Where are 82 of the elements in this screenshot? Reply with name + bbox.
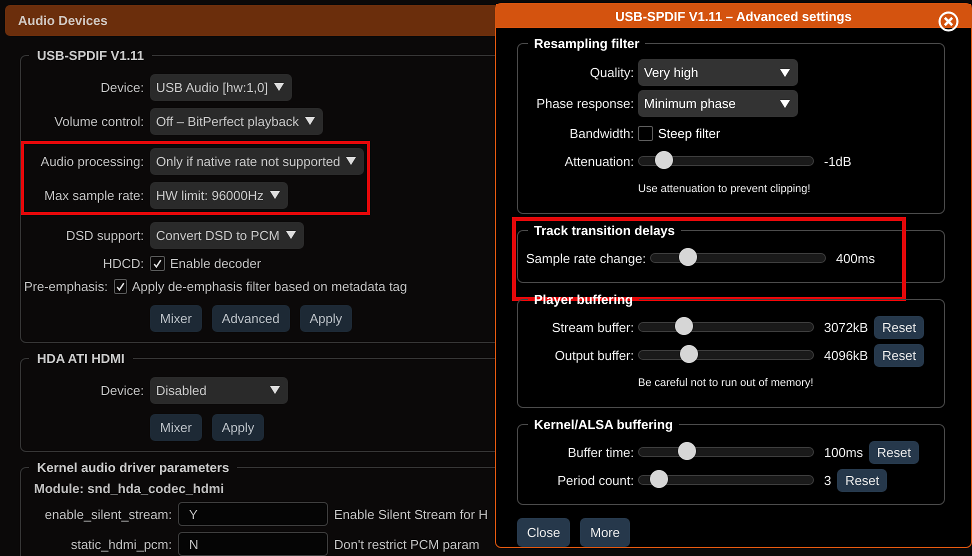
slider-thumb[interactable] xyxy=(674,317,693,335)
field-label: Quality: xyxy=(588,65,635,80)
field-label: Volume control: xyxy=(53,114,145,128)
slider-value: 400ms xyxy=(836,250,875,266)
field-label: Max sample rate: xyxy=(43,188,145,202)
caret-icon xyxy=(270,191,280,199)
field-label: Attenuation: xyxy=(564,154,635,168)
param-name: enable_silent_stream: xyxy=(44,506,172,522)
slider-value: 4096kB xyxy=(824,348,868,362)
field-label: Sample rate change: xyxy=(526,250,647,266)
field-label: Output buffer: xyxy=(554,348,635,362)
caret-icon xyxy=(274,83,284,91)
check-icon xyxy=(114,281,126,292)
slider-value: 3072kB xyxy=(824,320,868,334)
dropdown[interactable]: Convert DSD to PCM xyxy=(150,222,304,248)
field-label: Device: xyxy=(100,382,145,398)
checkbox[interactable] xyxy=(150,256,165,271)
field-label: Stream buffer: xyxy=(550,320,635,334)
section-title: Kernel/ALSA buffering xyxy=(533,417,674,432)
dialog-button[interactable]: More xyxy=(580,518,630,547)
section-title: HDA ATI HDMI xyxy=(36,351,126,366)
slider-value: -1dB xyxy=(824,154,852,168)
caret-icon xyxy=(780,100,790,108)
check-icon xyxy=(152,258,163,269)
field-label: HDCD: xyxy=(102,256,145,271)
field-label: Bandwidth: xyxy=(568,126,635,140)
slider-value: 3 xyxy=(824,472,832,488)
field-label: DSD support: xyxy=(64,228,145,242)
input-field[interactable]: N xyxy=(178,532,328,556)
caret-icon xyxy=(780,68,790,76)
slider-value: 100ms xyxy=(824,444,864,460)
hint-text: Use attenuation to prevent clipping! xyxy=(638,183,810,195)
slider-thumb[interactable] xyxy=(680,345,698,363)
caret-icon xyxy=(286,231,296,239)
dialog-title: USB-SPDIF V1.11 – Advanced settings xyxy=(615,8,852,24)
checkbox-label: Steep filter xyxy=(658,126,720,140)
param-description: Enable Silent Stream for H xyxy=(334,506,488,522)
dropdown[interactable]: Minimum phase xyxy=(638,90,798,117)
dropdown[interactable]: Only if native rate not supported xyxy=(150,148,364,174)
field-label: Pre-emphasis: xyxy=(24,279,109,294)
slider-thumb[interactable] xyxy=(678,442,696,460)
section-title: Resampling filter xyxy=(533,36,640,51)
slider-thumb[interactable] xyxy=(650,470,668,488)
field-label: Buffer time: xyxy=(566,444,635,460)
caret-icon xyxy=(346,157,356,165)
param-description: Don't restrict PCM param xyxy=(334,536,480,552)
action-button[interactable]: Mixer xyxy=(150,305,202,332)
reset-button[interactable]: Reset xyxy=(869,440,919,464)
action-button[interactable]: Mixer xyxy=(150,414,202,441)
field-label: Phase response: xyxy=(535,96,635,111)
reset-button[interactable]: Reset xyxy=(874,316,924,338)
dropdown[interactable]: USB Audio [hw:1,0] xyxy=(150,74,292,100)
field-label: Period count: xyxy=(556,472,635,488)
field-label: Audio processing: xyxy=(40,154,145,168)
checkbox-label: Apply de-emphasis filter based on metadata tag xyxy=(132,279,408,294)
field-label: Device: xyxy=(100,80,145,94)
dropdown[interactable]: Off – BitPerfect playback xyxy=(150,108,323,134)
reset-button[interactable]: Reset xyxy=(874,344,924,366)
param-name: static_hdmi_pcm: xyxy=(70,536,172,552)
dropdown[interactable]: HW limit: 96000Hz xyxy=(150,182,288,208)
reset-button[interactable]: Reset xyxy=(837,468,888,492)
dropdown[interactable]: Very high xyxy=(638,59,798,86)
section-title: Track transition delays xyxy=(533,223,676,238)
section-title: USB-SPDIF V1.11 xyxy=(36,48,145,63)
section-title: Kernel audio driver parameters xyxy=(36,460,230,475)
caret-icon xyxy=(270,386,280,394)
module-name: Module: snd_hda_codec_hdmi xyxy=(34,481,224,496)
dialog-button[interactable]: Close xyxy=(517,518,570,547)
page-title: Audio Devices xyxy=(18,13,108,28)
checkbox-label: Enable decoder xyxy=(170,256,262,271)
close-icon[interactable] xyxy=(938,11,959,32)
action-button[interactable]: Advanced xyxy=(212,305,290,332)
slider-thumb[interactable] xyxy=(679,248,698,266)
input-field[interactable]: Y xyxy=(178,502,328,526)
action-button[interactable]: Apply xyxy=(300,305,352,332)
caret-icon xyxy=(304,117,315,125)
checkbox[interactable] xyxy=(638,126,653,140)
slider-thumb[interactable] xyxy=(654,151,673,169)
dropdown[interactable]: Disabled xyxy=(150,376,288,404)
checkbox[interactable] xyxy=(114,279,127,294)
hint-text: Be careful not to run out of memory! xyxy=(638,377,814,389)
action-button[interactable]: Apply xyxy=(212,414,264,441)
